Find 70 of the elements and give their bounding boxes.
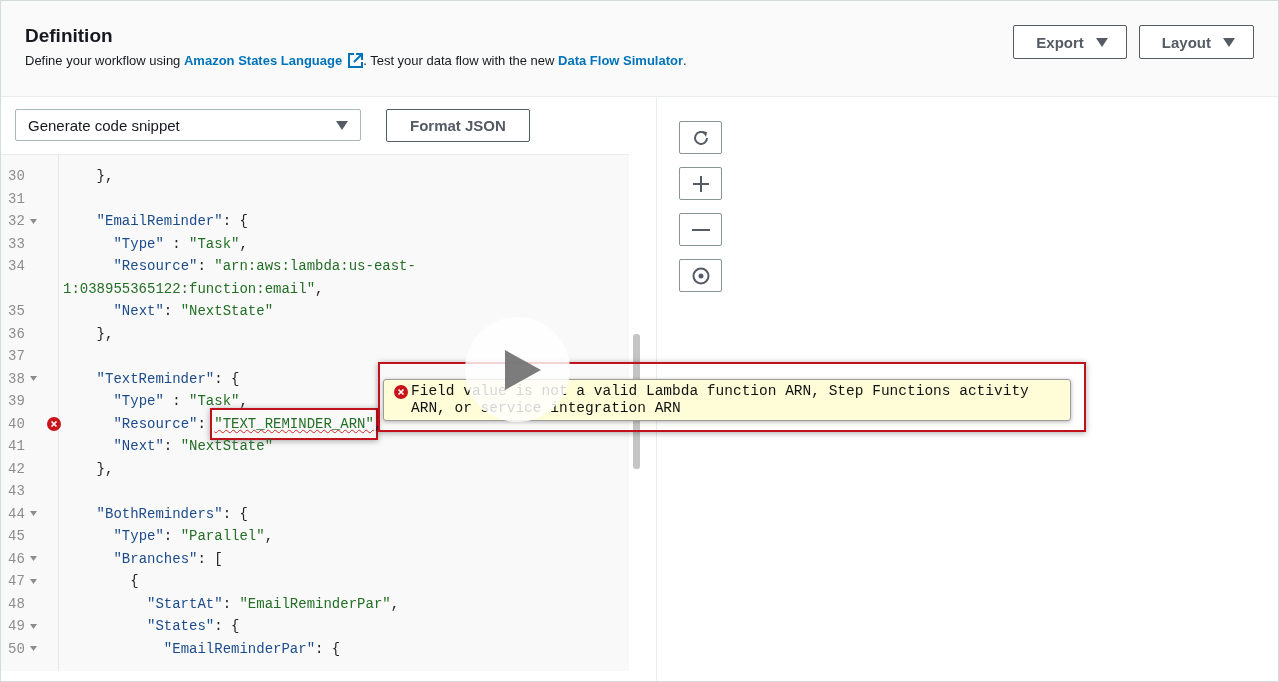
line-number: 34 [7, 258, 25, 275]
description-text: . [683, 53, 687, 68]
fold-icon[interactable] [29, 376, 37, 382]
line-number: 47 [7, 573, 25, 590]
fold-icon[interactable] [29, 578, 37, 584]
line-number: 37 [7, 348, 25, 365]
code-line: { [129, 573, 139, 590]
dropdown-button[interactable]: Export [1013, 25, 1127, 59]
center-button[interactable] [679, 259, 722, 292]
error-icon [46, 416, 61, 431]
code-line: 1:038955365122:function:email", [62, 280, 324, 297]
section-title: Definition [25, 25, 114, 47]
line-number: 44 [7, 505, 25, 522]
snippet-select[interactable]: Generate code snippet [15, 109, 361, 141]
code-line: "Branches": [ [112, 550, 223, 567]
simulator-link[interactable]: Data Flow Simulator [558, 53, 683, 68]
code-line: "EmailReminder": { [95, 213, 248, 230]
code-line: }, [95, 168, 114, 185]
caret-icon [336, 120, 348, 130]
line-number: 35 [7, 303, 25, 320]
fold-icon[interactable] [29, 623, 37, 629]
line-number: 45 [7, 528, 25, 545]
line-number: 33 [7, 235, 25, 252]
minus-icon [691, 227, 710, 232]
documentation-link[interactable]: Amazon States Language [183, 53, 343, 68]
external-link-icon[interactable] [348, 53, 364, 68]
error-icon [394, 385, 408, 399]
line-number: 46 [7, 550, 25, 567]
fold-icon[interactable] [29, 556, 37, 562]
line-number: 50 [7, 640, 25, 657]
line-number: 32 [7, 213, 25, 230]
description-text: Define your workflow using [25, 53, 182, 68]
line-number: 38 [7, 370, 25, 387]
line-number: 42 [7, 460, 25, 477]
code-line: "Type" : "Task", [112, 393, 248, 410]
code-line: }, [95, 325, 114, 342]
line-number: 31 [7, 190, 25, 207]
code-line: "TextReminder": { [95, 370, 240, 387]
zoom-in-button[interactable] [679, 167, 722, 200]
fold-icon[interactable] [29, 646, 37, 652]
fold-icon[interactable] [29, 218, 37, 224]
plus-icon [691, 174, 710, 193]
zoom-out-button[interactable] [679, 213, 722, 246]
format-json-button[interactable]: Format JSON [386, 109, 530, 142]
fold-icon[interactable] [29, 511, 37, 517]
code-line: }, [95, 460, 114, 477]
code-line: "Resource": "arn:aws:lambda:us-east- [112, 258, 416, 275]
line-number: 30 [7, 168, 25, 185]
line-number: 49 [7, 618, 25, 635]
code-line: "Type": "Parallel", [112, 528, 274, 545]
description-text: . Test your data flow with the new [363, 53, 556, 68]
refresh-button[interactable] [679, 121, 722, 154]
code-line: "Next": "NextState" [112, 438, 274, 455]
line-number: 40 [7, 415, 25, 432]
code-line: "Next": "NextState" [112, 303, 274, 320]
code-line: "Type" : "Task", [112, 235, 248, 252]
target-icon [691, 266, 710, 285]
refresh-icon [691, 128, 710, 147]
code-line: "States": { [146, 618, 240, 635]
code-line: "BothReminders": { [95, 505, 248, 522]
code-line: "StartAt": "EmailReminderPar", [146, 595, 400, 612]
line-number: 41 [7, 438, 25, 455]
line-number: 43 [7, 483, 25, 500]
caret-icon [1095, 37, 1108, 47]
line-number: 48 [7, 595, 25, 612]
caret-icon [1223, 37, 1235, 47]
code-line: "EmailReminderPar": { [162, 640, 341, 657]
line-number: 39 [7, 393, 25, 410]
dropdown-button[interactable]: Layout [1138, 25, 1254, 59]
line-number: 36 [7, 325, 25, 342]
